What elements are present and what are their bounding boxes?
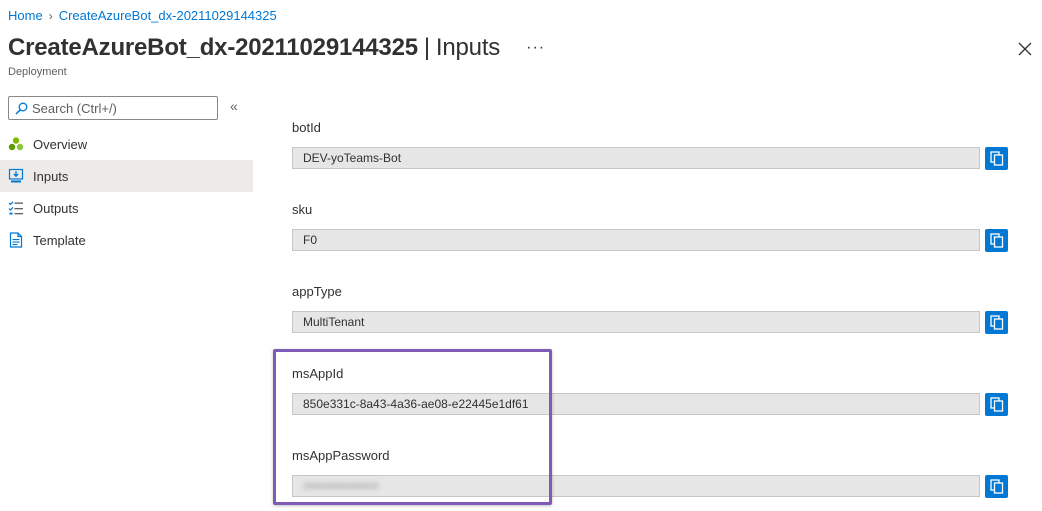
sidebar-item-template[interactable]: Template (0, 224, 253, 256)
more-options-button[interactable]: ··· (526, 39, 545, 57)
search-icon (15, 102, 28, 115)
chevron-right-icon: › (48, 8, 53, 23)
page-title-section: Inputs (435, 34, 501, 61)
field-label-sku: sku (292, 202, 313, 217)
field-label-botid: botId (292, 120, 321, 135)
outputs-icon (8, 200, 24, 216)
close-icon (1018, 42, 1032, 56)
copy-icon (989, 315, 1003, 330)
collapse-menu-button[interactable]: « (230, 98, 238, 114)
breadcrumb: Home › CreateAzureBot_dx-20211029144325 (8, 8, 277, 23)
field-label-apptype: appType (292, 284, 342, 299)
copy-button-apptype[interactable] (985, 311, 1008, 334)
search-input[interactable] (32, 100, 212, 116)
inputs-icon (8, 168, 24, 184)
copy-icon (989, 233, 1003, 248)
field-value-sku[interactable]: F0 (292, 229, 980, 251)
breadcrumb-deployment-link[interactable]: CreateAzureBot_dx-20211029144325 (59, 8, 277, 23)
copy-icon (989, 397, 1003, 412)
highlight-box (273, 349, 552, 505)
sidebar-item-overview[interactable]: Overview (0, 128, 253, 160)
title-separator: | (423, 34, 430, 61)
close-button[interactable] (1014, 38, 1036, 60)
page-title-name: CreateAzureBot_dx-20211029144325 (8, 34, 418, 61)
breadcrumb-home-link[interactable]: Home (8, 8, 43, 23)
page-title: CreateAzureBot_dx-20211029144325 | Inputs (8, 34, 500, 62)
copy-button-msapppassword[interactable] (985, 475, 1008, 498)
field-value-botid[interactable]: DEV-yoTeams-Bot (292, 147, 980, 169)
sidebar-item-outputs[interactable]: Outputs (0, 192, 253, 224)
overview-icon (8, 136, 24, 152)
field-value-apptype[interactable]: MultiTenant (292, 311, 980, 333)
title-row: CreateAzureBot_dx-20211029144325 | Inputs … (8, 34, 545, 62)
copy-icon (989, 479, 1003, 494)
sidebar-item-label: Overview (33, 136, 88, 152)
copy-button-msappid[interactable] (985, 393, 1008, 416)
search-box[interactable] (8, 96, 218, 120)
copy-button-sku[interactable] (985, 229, 1008, 252)
sidebar-item-inputs[interactable]: Inputs (0, 160, 253, 192)
sidebar-item-label: Inputs (33, 168, 69, 184)
sidebar-item-label: Template (33, 232, 86, 248)
template-icon (8, 232, 24, 248)
page-subtitle: Deployment (8, 66, 67, 78)
copy-icon (989, 151, 1003, 166)
sidebar-nav: Overview Inputs Outputs Template (0, 128, 253, 256)
sidebar-item-label: Outputs (33, 200, 79, 216)
copy-button-botid[interactable] (985, 147, 1008, 170)
